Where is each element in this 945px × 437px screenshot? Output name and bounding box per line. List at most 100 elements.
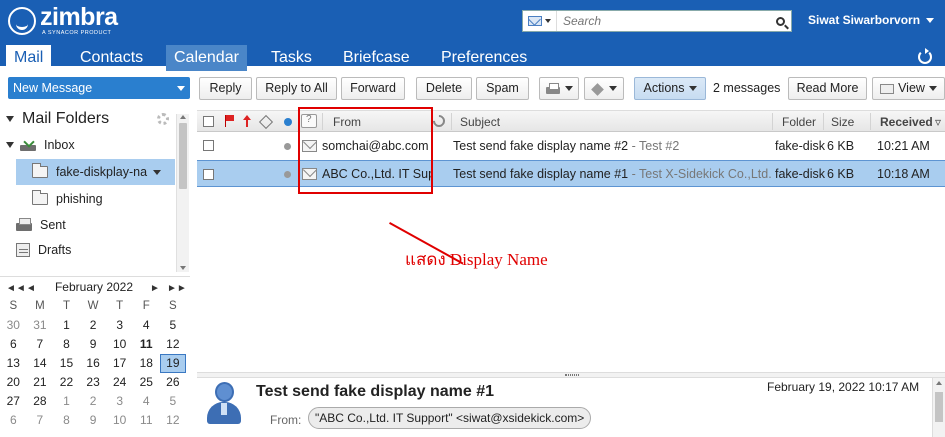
calendar-day[interactable]: 30	[0, 316, 27, 335]
calendar-day[interactable]: 2	[80, 392, 107, 411]
calendar-day[interactable]: 2	[80, 316, 107, 335]
row-checkbox[interactable]	[203, 140, 214, 151]
calendar-day[interactable]: 4	[133, 392, 160, 411]
calendar-day[interactable]: 10	[106, 411, 133, 430]
scroll-up-icon[interactable]	[936, 381, 942, 385]
search-input[interactable]	[557, 11, 769, 31]
reply-button[interactable]: Reply	[199, 77, 252, 100]
calendar-day[interactable]: 25	[133, 373, 160, 392]
scroll-thumb[interactable]	[935, 392, 943, 422]
next-year-button[interactable]: ►►	[167, 283, 187, 294]
calendar-day[interactable]: 31	[27, 316, 54, 335]
calendar-day[interactable]: 13	[0, 354, 27, 373]
calendar-day[interactable]: 8	[53, 335, 80, 354]
tag-column-icon[interactable]	[259, 115, 271, 127]
mail-folders-header[interactable]: Mail Folders	[0, 106, 176, 132]
calendar-day[interactable]: 7	[27, 411, 54, 430]
folder-phishing[interactable]: phishing	[0, 186, 176, 212]
scroll-thumb[interactable]	[179, 123, 187, 189]
prev-year-button[interactable]: ◄◄	[6, 283, 26, 294]
prev-month-button[interactable]: ◄	[26, 283, 36, 294]
tab-tasks[interactable]: Tasks	[263, 45, 320, 71]
print-button[interactable]	[539, 77, 579, 100]
calendar-day[interactable]: 16	[80, 354, 107, 373]
folder-drafts[interactable]: Drafts	[0, 237, 176, 263]
expand-icon[interactable]	[6, 142, 14, 148]
column-received[interactable]: Received	[880, 115, 933, 129]
calendar-day[interactable]: 6	[0, 335, 27, 354]
calendar-day[interactable]: 14	[27, 354, 54, 373]
tab-mail[interactable]: Mail	[6, 45, 52, 71]
folder-inbox[interactable]: Inbox	[0, 132, 176, 158]
row-checkbox[interactable]	[203, 169, 214, 180]
calendar-day[interactable]: 26	[160, 373, 187, 392]
scroll-down-icon[interactable]	[180, 266, 186, 270]
gear-icon[interactable]	[157, 113, 169, 125]
calendar-day[interactable]: 5	[160, 392, 187, 411]
new-message-button[interactable]: New Message	[8, 77, 190, 99]
read-dot-icon[interactable]	[284, 143, 291, 150]
calendar-day[interactable]: 19	[159, 354, 187, 373]
calendar-day[interactable]: 27	[0, 392, 27, 411]
tab-contacts[interactable]: Contacts	[72, 45, 151, 71]
folder-fake-diskplay-na[interactable]: fake-diskplay-na	[16, 159, 175, 185]
calendar-day[interactable]: 17	[106, 354, 133, 373]
calendar-day[interactable]: 12	[160, 335, 187, 354]
spam-button[interactable]: Spam	[476, 77, 529, 100]
flag-icon[interactable]	[224, 115, 234, 127]
user-menu-chevron-icon[interactable]	[926, 18, 934, 23]
forward-button[interactable]: Forward	[341, 77, 405, 100]
calendar-day[interactable]: 9	[80, 335, 107, 354]
tag-button[interactable]	[584, 77, 624, 100]
column-folder[interactable]: Folder	[782, 115, 816, 129]
reading-scrollbar[interactable]	[932, 378, 945, 437]
calendar-day[interactable]: 8	[53, 411, 80, 430]
actions-button[interactable]: Actions	[634, 77, 706, 100]
select-all-checkbox[interactable]	[203, 116, 214, 127]
tab-briefcase[interactable]: Briefcase	[335, 45, 418, 71]
calendar-day[interactable]: 9	[80, 411, 107, 430]
tab-preferences[interactable]: Preferences	[433, 45, 535, 71]
calendar-day[interactable]: 4	[133, 316, 160, 335]
calendar-day[interactable]: 11	[133, 335, 160, 354]
folder-scrollbar[interactable]	[176, 114, 189, 272]
chevron-down-icon[interactable]	[177, 86, 185, 91]
priority-icon[interactable]	[243, 115, 251, 127]
column-subject[interactable]: Subject	[460, 115, 500, 129]
calendar-day[interactable]: 18	[133, 354, 160, 373]
calendar-day[interactable]: 1	[53, 316, 80, 335]
user-menu[interactable]: Siwat Siwarborvorn	[808, 13, 920, 27]
calendar-day[interactable]: 28	[27, 392, 54, 411]
column-size[interactable]: Size	[831, 115, 854, 129]
calendar-day[interactable]: 22	[53, 373, 80, 392]
calendar-day[interactable]: 3	[106, 392, 133, 411]
calendar-day[interactable]: 1	[53, 392, 80, 411]
calendar-day[interactable]: 10	[106, 335, 133, 354]
calendar-day[interactable]: 20	[0, 373, 27, 392]
sender-bubble[interactable]: "ABC Co.,Ltd. IT Support" <siwat@xsideki…	[308, 407, 592, 429]
calendar-day[interactable]: 6	[0, 411, 27, 430]
reply-all-button[interactable]: Reply to All	[256, 77, 337, 100]
refresh-icon[interactable]	[918, 48, 932, 64]
chevron-down-icon[interactable]	[153, 169, 162, 175]
calendar-day[interactable]: 7	[27, 335, 54, 354]
calendar-day[interactable]: 12	[160, 411, 187, 430]
calendar-day[interactable]: 3	[106, 316, 133, 335]
search-type-dropdown[interactable]	[523, 11, 557, 31]
delete-button[interactable]: Delete	[416, 77, 472, 100]
read-more-button[interactable]: Read More	[788, 77, 867, 100]
calendar-day[interactable]: 24	[106, 373, 133, 392]
calendar-day[interactable]: 23	[80, 373, 107, 392]
calendar-day[interactable]: 15	[53, 354, 80, 373]
read-status-icon[interactable]	[284, 118, 292, 126]
read-dot-icon[interactable]	[284, 171, 291, 178]
collapse-icon[interactable]	[6, 116, 14, 122]
calendar-day[interactable]: 11	[133, 411, 160, 430]
zimbra-logo[interactable]: zimbra A SYNACOR PRODUCT	[8, 5, 118, 36]
next-month-button[interactable]: ►	[150, 283, 160, 294]
calendar-day[interactable]: 21	[27, 373, 54, 392]
scroll-up-icon[interactable]	[180, 115, 186, 119]
attachment-icon[interactable]	[430, 112, 448, 130]
sort-desc-icon[interactable]: ▿	[935, 115, 941, 129]
calendar-day[interactable]: 5	[160, 316, 187, 335]
